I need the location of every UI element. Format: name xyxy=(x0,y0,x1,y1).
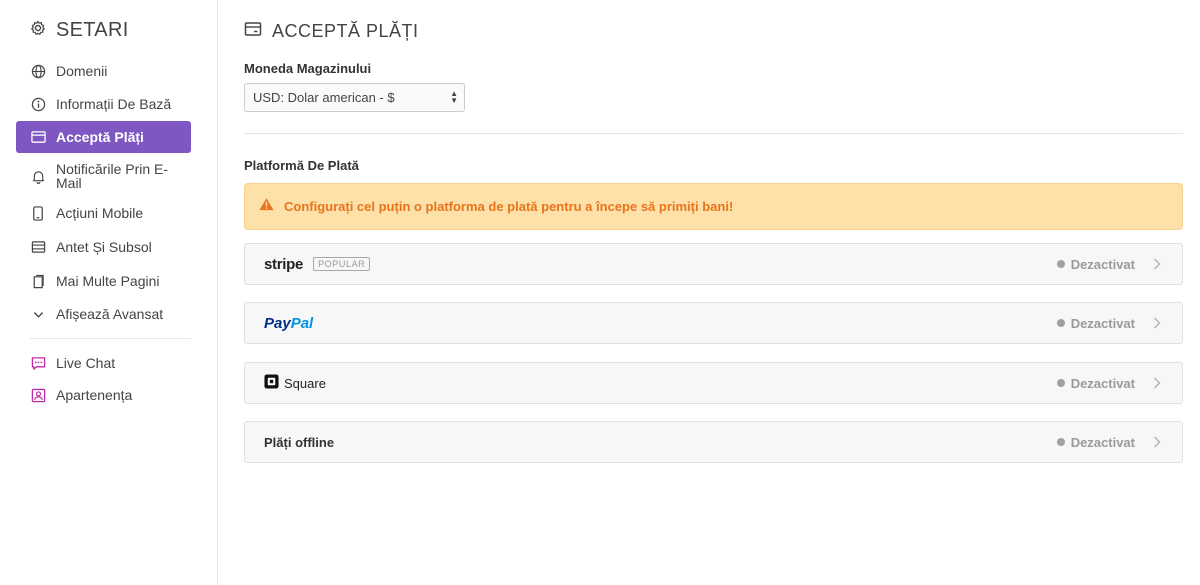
member-icon xyxy=(30,387,46,403)
square-logo-icon xyxy=(264,374,279,392)
chevron-down-icon xyxy=(30,306,46,322)
sidebar-item-notificari[interactable]: Notificările Prin E-Mail xyxy=(16,161,191,191)
sidebar-item-label: Informații De Bază xyxy=(56,96,172,112)
sidebar-item-label: Afișează Avansat xyxy=(56,306,164,322)
sidebar-item-informatii[interactable]: Informații De Bază xyxy=(16,95,191,113)
status-badge: Dezactivat xyxy=(1056,303,1135,343)
info-icon xyxy=(30,96,46,112)
gear-icon xyxy=(30,20,46,41)
popular-badge: POPULAR xyxy=(313,257,371,271)
warning-alert: Configurați cel puțin o platforma de pla… xyxy=(244,183,1183,230)
currency-select[interactable]: USD: Dolar american - $ ▲ ▼ xyxy=(244,83,465,112)
provider-square[interactable]: Square Dezactivat xyxy=(244,362,1183,404)
status-dot-icon xyxy=(1056,319,1065,327)
sidebar-item-antet-subsol[interactable]: Antet Și Subsol xyxy=(16,238,191,256)
sidebar-item-live-chat[interactable]: Live Chat xyxy=(16,354,191,372)
sidebar-title: SETARI xyxy=(30,19,129,42)
mobile-icon xyxy=(30,205,46,221)
bell-icon xyxy=(30,168,46,184)
sidebar-item-label: Acceptă Plăți xyxy=(56,129,144,145)
sidebar-title-text: SETARI xyxy=(56,19,129,41)
provider-paypal[interactable]: PayPal Dezactivat xyxy=(244,302,1183,344)
sidebar-item-label: Antet Și Subsol xyxy=(56,239,152,255)
sidebar: SETARI Domenii Informații De Bază Accept… xyxy=(0,0,218,585)
currency-label: Moneda Magazinului xyxy=(244,61,372,76)
status-text: Dezactivat xyxy=(1070,375,1135,391)
chevron-right-icon xyxy=(1150,257,1164,271)
sidebar-item-actiuni-mobile[interactable]: Acțiuni Mobile xyxy=(16,204,191,222)
globe-icon xyxy=(30,63,46,79)
sidebar-item-label: Acțiuni Mobile xyxy=(56,205,144,221)
sidebar-item-domenii[interactable]: Domenii xyxy=(16,62,191,80)
sidebar-item-mai-multe-pagini[interactable]: Mai Multe Pagini xyxy=(16,272,191,290)
status-text: Dezactivat xyxy=(1070,315,1135,331)
sidebar-item-afiseaza-avansat[interactable]: Afișează Avansat xyxy=(16,305,191,323)
card-icon xyxy=(30,129,46,145)
status-dot-icon xyxy=(1056,260,1065,268)
layout-icon xyxy=(30,239,46,255)
square-logo-text: Square xyxy=(284,375,326,391)
chevron-right-icon xyxy=(1150,435,1164,449)
paypal-logo-pay: Pay xyxy=(264,314,291,332)
sidebar-divider xyxy=(30,338,191,339)
offline-payments-label: Plăți offline xyxy=(264,434,335,450)
square-logo: Square xyxy=(264,374,326,392)
status-text: Dezactivat xyxy=(1070,256,1135,272)
sidebar-item-accepta-plati[interactable]: Acceptă Plăți xyxy=(16,121,191,153)
status-badge: Dezactivat xyxy=(1056,422,1135,462)
warning-icon xyxy=(259,197,274,216)
sidebar-item-label: Notificările Prin E-Mail xyxy=(56,161,169,191)
status-badge: Dezactivat xyxy=(1056,363,1135,403)
select-arrows-icon: ▲ ▼ xyxy=(450,89,458,105)
section-divider xyxy=(244,133,1183,134)
chevron-right-icon xyxy=(1150,376,1164,390)
page-title-text: ACCEPTĂ PLĂȚI xyxy=(272,21,419,41)
chat-icon xyxy=(30,355,46,371)
warning-alert-text: Configurați cel puțin o platforma de pla… xyxy=(284,199,734,214)
page-title: ACCEPTĂ PLĂȚI xyxy=(244,21,419,42)
card-icon xyxy=(244,21,262,42)
chevron-right-icon xyxy=(1150,316,1164,330)
stripe-logo: stripe xyxy=(264,255,304,273)
sidebar-item-label: Live Chat xyxy=(56,355,116,371)
status-dot-icon xyxy=(1056,438,1065,446)
status-text: Dezactivat xyxy=(1070,434,1135,450)
currency-select-value: USD: Dolar american - $ xyxy=(253,90,395,105)
paypal-logo-pal: Pal xyxy=(290,314,314,332)
pages-icon xyxy=(30,273,46,289)
payment-platform-label: Platformă De Plată xyxy=(244,158,359,173)
status-dot-icon xyxy=(1056,379,1065,387)
sidebar-item-label: Domenii xyxy=(56,63,108,79)
provider-offline-payments[interactable]: Plăți offline Dezactivat xyxy=(244,421,1183,463)
paypal-logo: PayPal xyxy=(264,315,313,332)
sidebar-item-label: Mai Multe Pagini xyxy=(56,273,160,289)
provider-stripe[interactable]: stripe POPULAR Dezactivat xyxy=(244,243,1183,285)
sidebar-item-apartenenta[interactable]: Apartenența xyxy=(16,386,191,404)
sidebar-item-label: Apartenența xyxy=(56,387,133,403)
status-badge: Dezactivat xyxy=(1056,244,1135,284)
